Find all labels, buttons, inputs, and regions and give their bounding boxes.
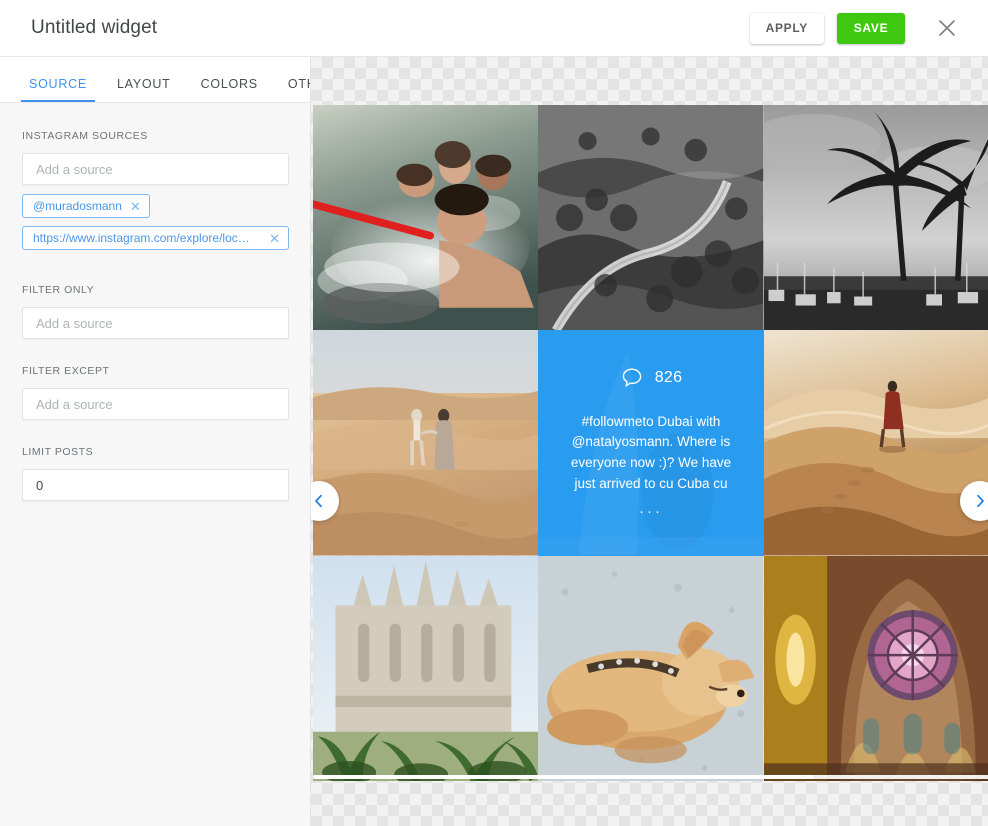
- chevron-left-icon: [315, 494, 322, 508]
- overlay-content: 826 #followmeto Dubai with @natalyosmann…: [560, 366, 741, 520]
- tab-layout[interactable]: LAYOUT: [109, 77, 179, 102]
- photo-couple-in-desert-image: [313, 330, 539, 556]
- source-chip-label: https://www.instagram.com/explore/loc…: [33, 231, 250, 245]
- tab-colors[interactable]: COLORS: [193, 77, 266, 102]
- photo-gothic-cathedral-image: [313, 555, 539, 781]
- close-icon[interactable]: ✕: [130, 200, 141, 213]
- photo-person-on-dune[interactable]: [763, 330, 988, 556]
- photo-overlay-caption[interactable]: 826 #followmeto Dubai with @natalyosmann…: [538, 330, 764, 556]
- tab-source[interactable]: SOURCE: [21, 77, 95, 102]
- instagram-sources-label: INSTAGRAM SOURCES: [22, 130, 148, 142]
- instagram-sources-input[interactable]: [22, 153, 289, 185]
- source-chip[interactable]: @muradosmann ✕: [22, 194, 150, 218]
- filter-only-label: FILTER ONLY: [22, 284, 95, 296]
- field-filter-only: FILTER ONLY: [22, 284, 289, 339]
- photo-sleeping-chihuahua[interactable]: [538, 555, 764, 781]
- save-button[interactable]: SAVE: [837, 12, 905, 44]
- source-chip-label: @muradosmann: [33, 199, 122, 213]
- photo-stained-glass-interior-image: [763, 555, 988, 781]
- photo-grid: 826 #followmeto Dubai with @natalyosmann…: [313, 105, 988, 781]
- apply-button[interactable]: APPLY: [749, 12, 824, 44]
- widget-preview: 826 #followmeto Dubai with @natalyosmann…: [311, 57, 988, 826]
- close-icon[interactable]: ✕: [269, 232, 280, 245]
- field-limit-posts: LIMIT POSTS: [22, 446, 289, 501]
- widget-editor: Untitled widget APPLY SAVE SOURCE LAYOUT…: [0, 0, 988, 826]
- field-filter-except: FILTER EXCEPT: [22, 365, 289, 420]
- photo-swimmers-in-water[interactable]: [313, 105, 539, 331]
- filter-only-input[interactable]: [22, 307, 289, 339]
- preview-scrollbar[interactable]: [313, 775, 988, 779]
- photo-stained-glass-interior[interactable]: [763, 555, 988, 781]
- sidebar-tabs: SOURCE LAYOUT COLORS OTHER: [0, 57, 310, 103]
- comment-count: 826: [654, 368, 683, 386]
- photo-person-on-dune-image: [763, 330, 988, 556]
- filter-except-input[interactable]: [22, 388, 289, 420]
- photo-swimmers-in-water-image: [313, 105, 539, 331]
- overlay-caption: #followmeto Dubai with @natalyosmann. Wh…: [570, 413, 732, 491]
- close-icon: [939, 20, 955, 36]
- photo-gothic-cathedral[interactable]: [313, 555, 539, 781]
- close-button[interactable]: [930, 11, 964, 45]
- tab-other[interactable]: OTHER: [280, 77, 310, 102]
- comment-bubble-icon: [622, 368, 641, 388]
- source-chip[interactable]: https://www.instagram.com/explore/loc… ✕: [22, 226, 289, 250]
- photo-palm-trees-image: [763, 105, 988, 331]
- chevron-right-icon: [977, 494, 984, 508]
- preview-scrollbar-thumb[interactable]: [313, 775, 814, 779]
- comment-stat: 826: [620, 366, 683, 390]
- limit-posts-label: LIMIT POSTS: [22, 446, 94, 458]
- settings-sidebar: SOURCE LAYOUT COLORS OTHER INSTAGRAM SOU…: [0, 57, 311, 826]
- header-bar: Untitled widget APPLY SAVE: [0, 0, 988, 57]
- photo-winding-coastal-road[interactable]: [538, 105, 764, 331]
- editor-body: SOURCE LAYOUT COLORS OTHER INSTAGRAM SOU…: [0, 57, 988, 826]
- header-actions: APPLY SAVE: [749, 11, 964, 45]
- photo-couple-in-desert[interactable]: [313, 330, 539, 556]
- photo-sleeping-chihuahua-image: [538, 555, 764, 781]
- photo-winding-coastal-road-image: [538, 105, 764, 331]
- instagram-sources-chips: @muradosmann ✕ https://www.instagram.com…: [22, 194, 289, 258]
- overlay-ellipsis: ···: [638, 503, 663, 521]
- source-panel: INSTAGRAM SOURCES @muradosmann ✕ https:/…: [0, 103, 310, 826]
- photo-palm-trees[interactable]: [763, 105, 988, 331]
- filter-except-label: FILTER EXCEPT: [22, 365, 110, 377]
- limit-posts-input[interactable]: [22, 469, 289, 501]
- field-instagram-sources: INSTAGRAM SOURCES @muradosmann ✕ https:/…: [22, 130, 289, 258]
- page-title: Untitled widget: [31, 17, 158, 38]
